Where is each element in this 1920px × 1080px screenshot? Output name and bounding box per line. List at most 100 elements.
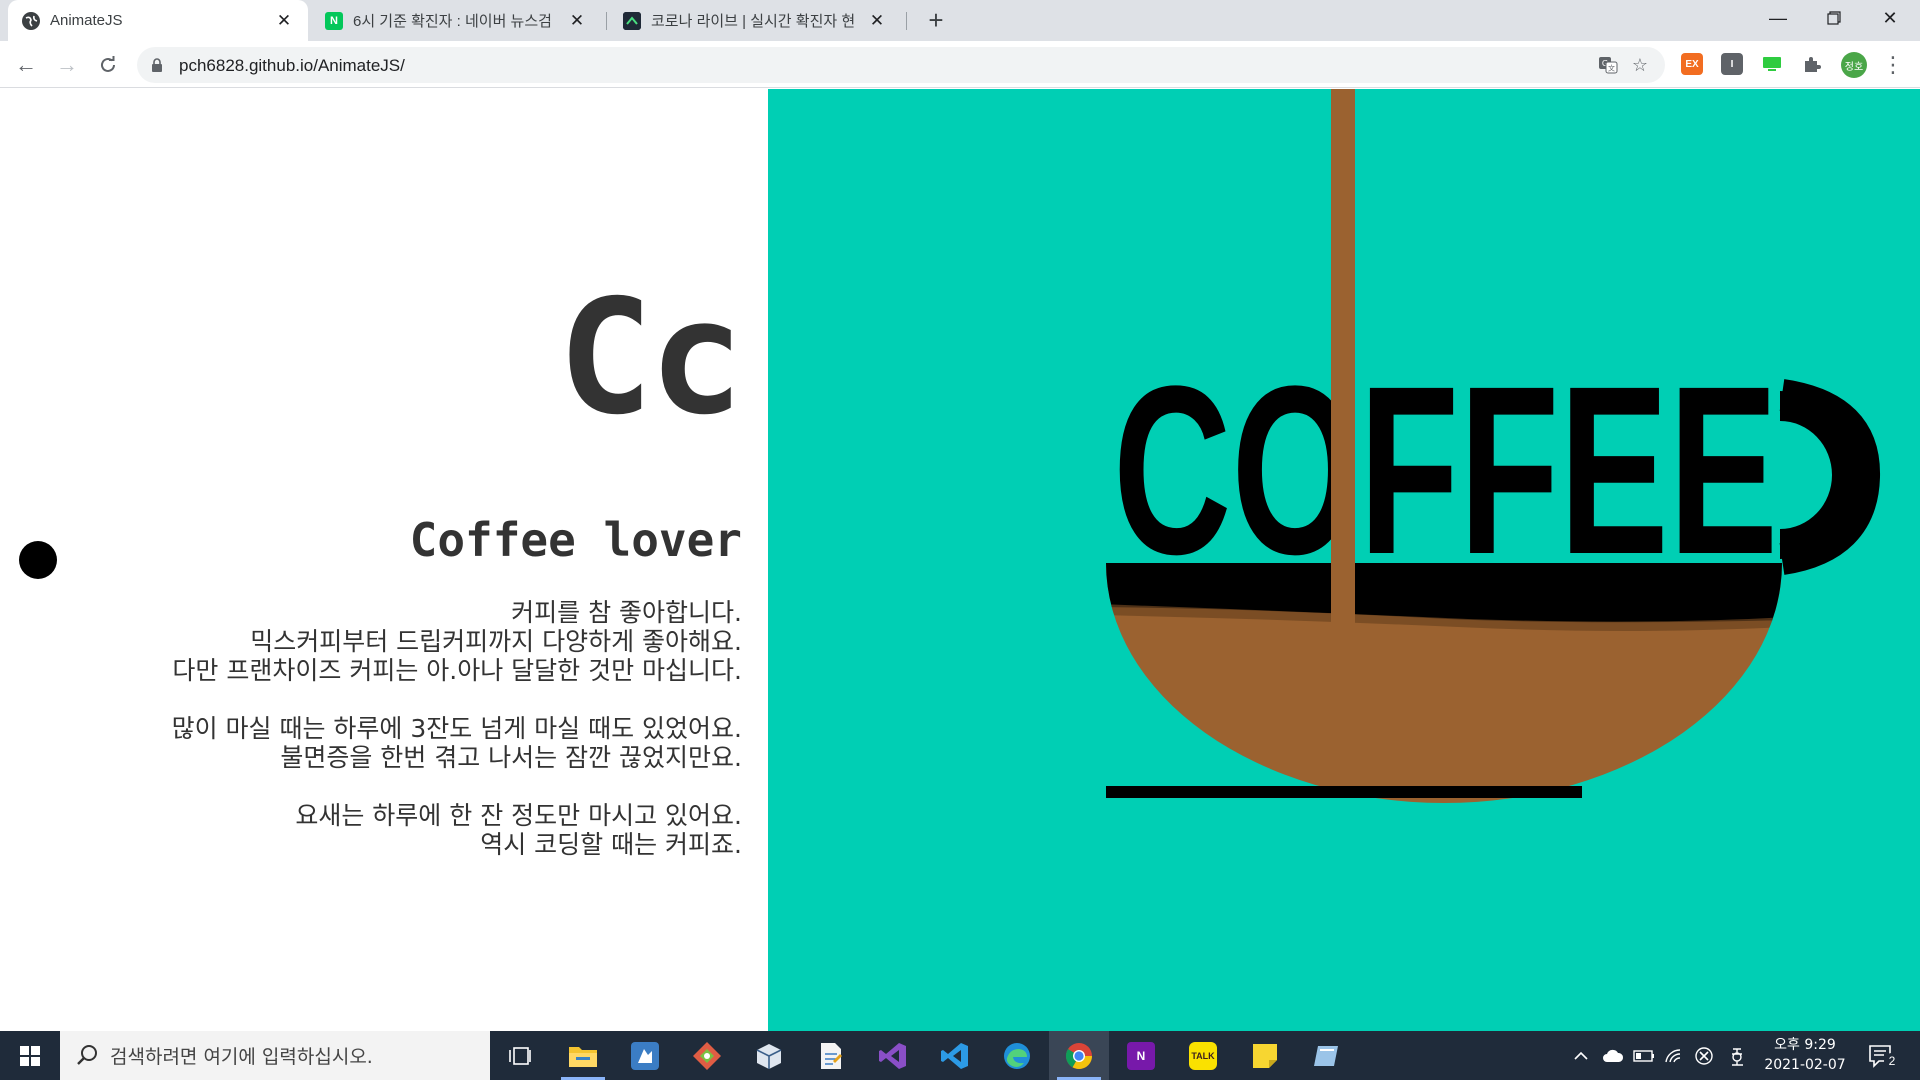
saucer-line [1106, 786, 1582, 798]
notification-count-badge: 2 [1884, 1053, 1900, 1069]
text-line: 다만 프랜차이즈 커피는 아.아나 달달한 것만 마십니다. [172, 656, 742, 685]
extension-screen-icon[interactable] [1761, 53, 1783, 75]
minimize-button[interactable]: — [1750, 0, 1806, 36]
extensions-puzzle-icon[interactable] [1801, 53, 1823, 75]
onedrive-cloud-icon[interactable] [1598, 1031, 1628, 1080]
address-bar[interactable]: pch6828.github.io/AnimateJS/ G文 ☆ [137, 47, 1665, 83]
restore-icon [1827, 11, 1841, 25]
tab-title: 코로나 라이브 | 실시간 확진자 현 [651, 13, 856, 30]
text-line: 역시 코딩할 때는 커피죠. [480, 830, 742, 859]
windows-logo-icon [20, 1045, 40, 1066]
reload-button[interactable] [92, 49, 124, 81]
globe-icon [22, 11, 40, 30]
folder-icon [569, 1046, 597, 1067]
pour-stream [1331, 89, 1355, 634]
text-line: 불면증을 한번 겪고 나서는 잠깐 끊었지만요. [280, 743, 742, 772]
onenote-icon: N [1127, 1041, 1155, 1070]
battery-icon[interactable] [1630, 1031, 1658, 1080]
cube-icon [756, 1043, 782, 1069]
profile-avatar[interactable]: 정호 [1841, 52, 1867, 78]
kakaotalk-icon: TALK [1189, 1041, 1217, 1070]
vscode-icon [941, 1042, 968, 1069]
close-tab-icon[interactable]: ✕ [274, 11, 294, 31]
visual-studio-icon [879, 1042, 906, 1069]
extension-i-icon[interactable]: I [1721, 53, 1743, 75]
close-tab-icon[interactable]: ✕ [867, 11, 887, 31]
search-placeholder: 검색하려면 여기에 입력하십시오. [110, 1046, 373, 1068]
url-text: pch6828.github.io/AnimateJS/ [179, 56, 405, 75]
back-button[interactable]: ← [10, 49, 42, 81]
big-letters: Cc [557, 266, 744, 450]
translate-icon[interactable]: G文 [1597, 54, 1619, 76]
taskbar-clock[interactable]: 오후 9:29 2021-02-07 [1760, 1035, 1850, 1075]
tray-overflow-icon[interactable] [1568, 1031, 1594, 1080]
naver-icon: N [325, 11, 343, 30]
taskbar-search-input[interactable]: 검색하려면 여기에 입력하십시오. [60, 1031, 490, 1080]
corona-live-icon [623, 11, 641, 30]
task-view-icon [509, 1046, 531, 1065]
sticky-note-icon [1253, 1043, 1277, 1068]
coffee-cup-illustration: COFFEE [1106, 89, 1880, 803]
text-line: 믹스커피부터 드립커피까지 다양하게 좋아해요. [250, 627, 742, 656]
svg-text:文: 文 [1608, 64, 1615, 73]
taskbar-sticky-notes[interactable] [1235, 1031, 1295, 1080]
cursor-dot [19, 541, 57, 579]
taskbar-visual-studio[interactable] [863, 1031, 923, 1080]
taskbar-virtualbox[interactable] [739, 1031, 799, 1080]
taskbar-paint-app[interactable] [615, 1031, 675, 1080]
intro-panel: Cc Coffee lover 커피를 참 좋아합니다. 믹스커피부터 드립커피… [0, 89, 768, 1031]
paragraph: 커피를 참 좋아합니다. 믹스커피부터 드립커피까지 다양하게 좋아해요. 다만… [172, 598, 742, 685]
restore-button[interactable] [1806, 0, 1862, 36]
tab-corona-live[interactable]: 코로나 라이브 | 실시간 확진자 현 ✕ [609, 0, 901, 41]
text-line: 요새는 하루에 한 잔 정도만 마시고 있어요. [295, 801, 742, 830]
text-line: 많이 마실 때는 하루에 3잔도 넘게 마실 때도 있었어요. [171, 714, 742, 743]
clock-time: 오후 9:29 [1774, 1037, 1836, 1053]
cup-bowl [1106, 563, 1782, 803]
new-tab-button[interactable]: + [922, 5, 950, 35]
tab-separator [606, 12, 607, 30]
taskbar-kakaotalk[interactable]: TALK [1173, 1031, 1233, 1080]
coffee-animation-panel: COFFEE [768, 89, 1920, 1031]
taskbar-vscode[interactable] [925, 1031, 985, 1080]
paragraph: 요새는 하루에 한 잔 정도만 마시고 있어요. 역시 코딩할 때는 커피죠. [172, 801, 742, 859]
search-icon [77, 1045, 97, 1065]
start-button[interactable] [0, 1031, 60, 1080]
browser-toolbar: ← → pch6828.github.io/AnimateJS/ G文 ☆ EX… [0, 41, 1920, 88]
taskbar-chrome[interactable] [1049, 1031, 1109, 1080]
volume-muted-icon[interactable] [1690, 1031, 1718, 1080]
taskbar-edge[interactable] [987, 1031, 1047, 1080]
snipping-icon [1314, 1045, 1338, 1066]
task-view-button[interactable] [490, 1031, 550, 1080]
browser-menu-icon[interactable]: ⋮ [1882, 51, 1904, 79]
document-icon [821, 1042, 842, 1069]
windows-taskbar: 검색하려면 여기에 입력하십시오. N TALK 오후 9:29 2021-02… [0, 1031, 1920, 1080]
bookmark-star-icon[interactable]: ☆ [1629, 54, 1651, 76]
forward-button[interactable]: → [51, 49, 83, 81]
tab-strip: AnimateJS ✕ N 6시 기준 확진자 : 네이버 뉴스검 ✕ 코로나 … [0, 0, 1920, 41]
git-diamond-icon [693, 1041, 721, 1070]
paragraph: 많이 마실 때는 하루에 3잔도 넘게 마실 때도 있었어요. 불면증을 한번 … [172, 714, 742, 772]
extension-ex-icon[interactable]: EX [1681, 53, 1703, 75]
close-window-button[interactable]: ✕ [1862, 0, 1918, 36]
wifi-icon[interactable] [1660, 1031, 1688, 1080]
tab-naver-news[interactable]: N 6시 기준 확진자 : 네이버 뉴스검 ✕ [311, 0, 601, 41]
reload-icon [101, 56, 115, 72]
coffee-word: COFFEE [1113, 336, 1778, 604]
taskbar-snipping-tool[interactable] [1297, 1031, 1357, 1080]
lock-icon [152, 58, 162, 72]
tab-animatejs[interactable]: AnimateJS ✕ [8, 0, 308, 41]
close-tab-icon[interactable]: ✕ [567, 11, 587, 31]
tab-title: 6시 기준 확진자 : 네이버 뉴스검 [353, 13, 552, 30]
taskbar-file-explorer[interactable] [553, 1031, 613, 1080]
taskbar-notepad-app[interactable] [801, 1031, 861, 1080]
tab-separator [906, 12, 907, 30]
intro-text: 커피를 참 좋아합니다. 믹스커피부터 드립커피까지 다양하게 좋아해요. 다만… [172, 598, 742, 888]
tab-title: AnimateJS [50, 12, 123, 29]
clock-date: 2021-02-07 [1764, 1057, 1846, 1073]
input-method-icon[interactable] [1724, 1031, 1754, 1080]
text-line: 커피를 참 좋아합니다. [511, 598, 742, 627]
taskbar-git-app[interactable] [677, 1031, 737, 1080]
edge-icon [1004, 1042, 1030, 1069]
page-viewport: Cc Coffee lover 커피를 참 좋아합니다. 믹스커피부터 드립커피… [0, 89, 1920, 1031]
taskbar-onenote[interactable]: N [1111, 1031, 1171, 1080]
